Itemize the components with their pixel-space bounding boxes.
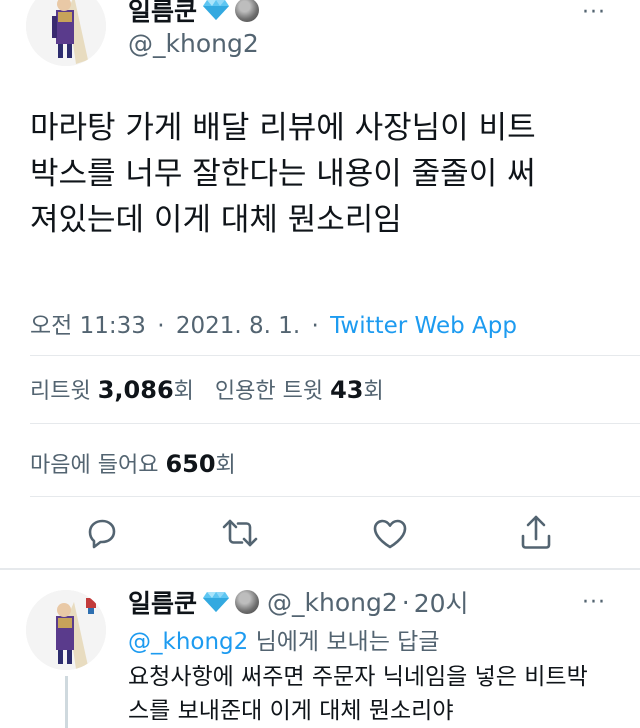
meta-separator: · xyxy=(311,313,319,339)
quotes-label: 인용한 트윗 xyxy=(214,379,324,404)
share-icon[interactable] xyxy=(516,512,556,552)
quotes-count: 43 xyxy=(330,376,364,404)
thread-line xyxy=(65,676,68,728)
retweets-suffix: 회 xyxy=(173,379,194,404)
reply-author-name[interactable]: 일름쿤 xyxy=(128,584,197,620)
tweet-separator xyxy=(0,568,640,570)
replying-to: @_khong2 님에게 보내는 답글 xyxy=(128,622,440,656)
tweet-text-line: 마라탕 가게 배달 리뷰에 사장님이 비트 xyxy=(30,110,536,146)
tweet-text-line: 박스를 너무 잘한다는 내용이 줄줄이 써 xyxy=(30,156,536,192)
retweet-icon[interactable] xyxy=(220,513,260,553)
tweet-meta: 오전 11:33 · 2021. 8. 1. · Twitter Web App xyxy=(30,306,517,340)
tweet-date[interactable]: 2021. 8. 1. xyxy=(176,313,300,339)
retweets-stat[interactable]: 리트윗 3,086회 xyxy=(30,376,201,404)
moon-badge-icon xyxy=(235,0,260,22)
reply-tweet-text: 요청사항에 써주면 주문자 닉네임을 넣은 비트박 스를 보내준대 이게 대체 … xyxy=(128,660,633,728)
main-author-name[interactable]: 일름쿤 xyxy=(128,0,197,28)
likes-suffix: 회 xyxy=(215,453,236,478)
diamond-badge-icon xyxy=(203,591,230,613)
main-handle[interactable]: @_khong2 xyxy=(128,29,259,58)
likes-label: 마음에 들어요 xyxy=(30,453,159,478)
retweets-count: 3,086 xyxy=(97,376,174,404)
divider xyxy=(30,423,640,424)
main-more-icon[interactable]: ··· xyxy=(582,0,606,25)
reply-avatar[interactable] xyxy=(26,590,106,670)
quotes-suffix: 회 xyxy=(363,379,384,404)
divider xyxy=(30,496,640,497)
replying-to-suffix: 님에게 보내는 답글 xyxy=(255,629,440,655)
retweet-quote-stats: 리트윗 3,086회 인용한 트윗 43회 xyxy=(30,373,384,405)
reply-icon[interactable] xyxy=(82,513,122,553)
main-tweet-text: 마라탕 가게 배달 리뷰에 사장님이 비트 박스를 너무 잘한다는 내용이 줄줄… xyxy=(30,105,630,243)
reply-more-icon[interactable]: ··· xyxy=(582,590,606,615)
reply-separator: · xyxy=(401,587,410,617)
quotes-stat[interactable]: 인용한 트윗 43회 xyxy=(214,376,384,404)
divider xyxy=(30,355,640,356)
retweets-label: 리트윗 xyxy=(30,379,91,404)
reply-text-line: 요청사항에 써주면 주문자 닉네임을 넣은 비트박 xyxy=(128,664,588,690)
tweet-source-link[interactable]: Twitter Web App xyxy=(330,313,517,339)
meta-separator: · xyxy=(157,313,165,339)
reply-handle[interactable]: @_khong2 xyxy=(267,588,398,617)
reply-time[interactable]: 20시 xyxy=(414,584,469,620)
tweet-time[interactable]: 오전 11:33 xyxy=(30,313,146,339)
moon-badge-icon xyxy=(235,590,260,614)
tweet-text-line: 져있는데 이게 대체 뭔소리임 xyxy=(30,202,402,238)
like-icon[interactable] xyxy=(370,514,410,554)
likes-stat[interactable]: 마음에 들어요 650회 xyxy=(30,447,236,479)
replying-to-mention[interactable]: @_khong2 xyxy=(128,629,248,655)
reply-text-line: 스를 보내준대 이게 대체 뭔소리야 xyxy=(128,698,454,724)
likes-count: 650 xyxy=(165,450,216,478)
main-avatar[interactable] xyxy=(26,0,106,66)
diamond-badge-icon xyxy=(203,0,230,21)
